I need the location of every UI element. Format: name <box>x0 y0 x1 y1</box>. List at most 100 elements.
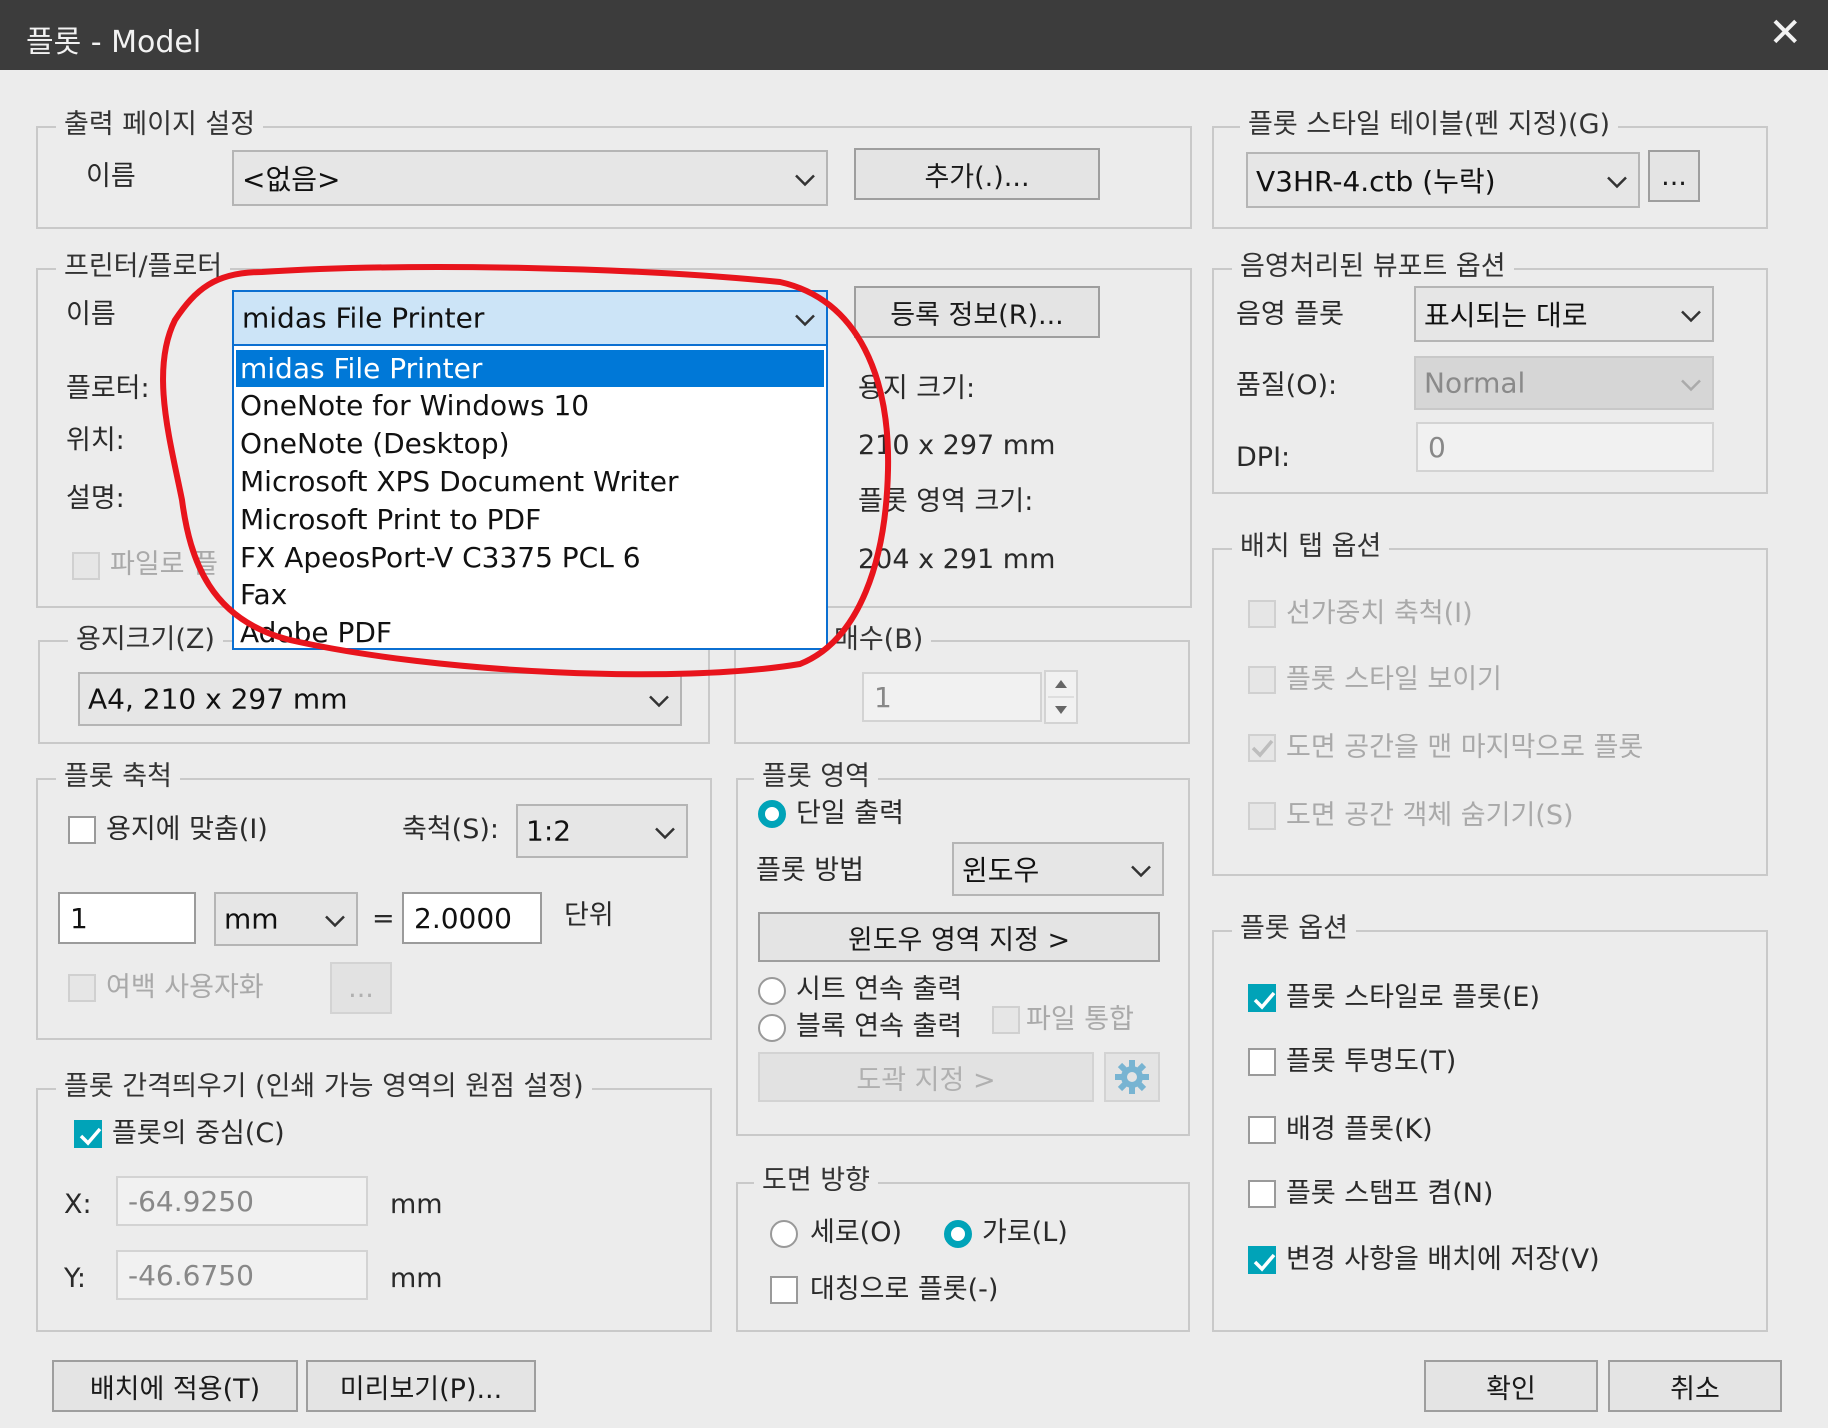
spin-arrows-icon <box>1048 680 1074 714</box>
block-batch-label: 블록 연속 출력 <box>796 1011 963 1042</box>
single-output-radio[interactable] <box>758 800 786 828</box>
paperspace-last-checkbox[interactable] <box>1248 734 1276 762</box>
plot-options-legend: 플롯 옵션 <box>1232 912 1356 946</box>
chevron-down-icon <box>1680 367 1702 400</box>
landscape-radio[interactable] <box>944 1220 972 1248</box>
dpi-label: DPI: <box>1236 442 1291 473</box>
apply-to-layout-button[interactable]: 배치에 적용(T) <box>52 1360 298 1412</box>
printer-legend: 프린터/플로터 <box>56 250 231 284</box>
center-plot-label: 플롯의 중심(C) <box>112 1118 285 1149</box>
save-to-layout-label: 변경 사항을 배치에 저장(V) <box>1286 1244 1600 1275</box>
printer-option-onenote-desktop[interactable]: OneNote (Desktop) <box>236 425 824 462</box>
printer-option-apeosport[interactable]: FX ApeosPort-V C3375 PCL 6 <box>236 539 824 576</box>
offset-y-unit: mm <box>390 1263 443 1294</box>
chevron-down-icon <box>794 302 816 335</box>
plot-area-size-value: 204 x 291 mm <box>858 544 1056 575</box>
block-batch-radio[interactable] <box>758 1014 786 1042</box>
custom-margin-label: 여백 사용자화 <box>106 972 264 1003</box>
show-plot-styles-checkbox[interactable] <box>1248 666 1276 694</box>
plot-dialog: 플롯 - Model ✕ 출력 페이지 설정 이름 <없음> 추가(.)... … <box>0 0 1828 1428</box>
scale-combo[interactable]: 1:2 <box>516 804 688 858</box>
window-area-button[interactable]: 윈도우 영역 지정 > <box>758 912 1160 962</box>
style-table-combo[interactable]: V3HR-4.ctb (누락) <box>1246 152 1640 208</box>
center-plot-checkbox[interactable] <box>74 1120 102 1148</box>
chevron-down-icon <box>1606 164 1628 197</box>
style-table-edit-button[interactable]: ... <box>1648 150 1700 202</box>
paper-size-combo[interactable]: A4, 210 x 297 mm <box>78 672 682 726</box>
plot-to-file-checkbox[interactable] <box>72 552 100 580</box>
merge-file-checkbox[interactable] <box>992 1006 1020 1034</box>
portrait-radio[interactable] <box>770 1220 798 1248</box>
plot-transparency-checkbox[interactable] <box>1248 1048 1276 1076</box>
printer-option-midas[interactable]: midas File Printer <box>236 350 824 387</box>
chevron-down-icon <box>324 903 346 936</box>
frame-settings-button[interactable] <box>1104 1052 1160 1102</box>
plot-to-file-label: 파일로 플 <box>110 549 218 580</box>
background-plot-checkbox[interactable] <box>1248 1116 1276 1144</box>
upside-down-checkbox[interactable] <box>770 1276 798 1304</box>
portrait-label: 세로(O) <box>810 1217 902 1248</box>
printer-option-print-to-pdf[interactable]: Microsoft Print to PDF <box>236 501 824 538</box>
page-setup-name-combo[interactable]: <없음> <box>232 150 828 206</box>
printer-name-combo[interactable]: midas File Printer <box>232 290 828 346</box>
plotter-label: 플로터: <box>66 373 150 404</box>
plot-area-size-label: 플롯 영역 크기: <box>858 486 1034 517</box>
page-setup-add-button[interactable]: 추가(.)... <box>854 148 1100 200</box>
sheet-batch-label: 시트 연속 출력 <box>796 974 963 1005</box>
printer-name-label: 이름 <box>66 299 116 330</box>
plot-with-styles-checkbox[interactable] <box>1248 984 1276 1012</box>
printer-option-fax[interactable]: Fax <box>236 576 824 613</box>
background-plot-label: 배경 플롯(K) <box>1286 1114 1433 1145</box>
frame-select-button[interactable]: 도곽 지정 > <box>758 1052 1094 1102</box>
layout-tab-options-legend: 배치 탭 옵션 <box>1232 530 1390 564</box>
offset-x-input[interactable]: -64.9250 <box>116 1176 368 1226</box>
save-to-layout-checkbox[interactable] <box>1248 1246 1276 1274</box>
chevron-down-icon <box>1680 298 1702 331</box>
preview-button[interactable]: 미리보기(P)... <box>306 1360 536 1412</box>
description-label: 설명: <box>66 483 125 514</box>
custom-margin-dots-button[interactable]: ... <box>330 962 392 1014</box>
printer-dropdown-list: midas File Printer OneNote for Windows 1… <box>232 344 828 650</box>
scale-left-input[interactable]: 1 <box>58 892 196 944</box>
printer-option-adobe-pdf[interactable]: Adobe PDF <box>236 614 824 648</box>
cancel-button[interactable]: 취소 <box>1608 1360 1782 1412</box>
page-setup-legend: 출력 페이지 설정 <box>56 108 264 142</box>
close-icon[interactable]: ✕ <box>1768 10 1802 56</box>
plot-area-legend: 플롯 영역 <box>754 760 878 794</box>
chevron-down-icon <box>654 815 676 848</box>
orientation-legend: 도면 방향 <box>754 1164 878 1198</box>
shade-plot-combo[interactable]: 표시되는 대로 <box>1414 286 1714 342</box>
printer-properties-button[interactable]: 등록 정보(R)... <box>854 286 1100 338</box>
lineweight-scale-checkbox[interactable] <box>1248 600 1276 628</box>
offset-y-label: Y: <box>64 1263 87 1294</box>
fit-to-paper-checkbox[interactable] <box>68 816 96 844</box>
copies-spinner[interactable] <box>1044 670 1078 724</box>
offset-y-input[interactable]: -46.6750 <box>116 1250 368 1300</box>
ok-button[interactable]: 확인 <box>1424 1360 1598 1412</box>
chevron-down-icon <box>794 162 816 195</box>
checkmark-icon <box>1251 739 1274 758</box>
scale-right-input[interactable]: 2.0000 <box>402 892 542 944</box>
plot-stamp-checkbox[interactable] <box>1248 1180 1276 1208</box>
scale-unit-combo[interactable]: mm <box>214 892 358 946</box>
dpi-input[interactable]: 0 <box>1416 422 1714 472</box>
printer-option-onenote-win10[interactable]: OneNote for Windows 10 <box>236 387 824 424</box>
custom-margin-checkbox[interactable] <box>68 974 96 1002</box>
checkmark-icon <box>79 1127 102 1146</box>
fit-to-paper-label: 용지에 맞춤(I) <box>106 814 268 845</box>
offset-x-unit: mm <box>390 1189 443 1220</box>
quality-combo[interactable]: Normal <box>1414 356 1714 410</box>
title-bar: 플롯 - Model ✕ <box>0 0 1828 70</box>
checkmark-icon <box>1253 991 1276 1010</box>
show-plot-styles-label: 플롯 스타일 보이기 <box>1286 664 1502 695</box>
location-label: 위치: <box>66 425 125 456</box>
copies-input[interactable]: 1 <box>862 672 1042 722</box>
paper-size-info-label: 용지 크기: <box>858 373 976 404</box>
printer-option-xps[interactable]: Microsoft XPS Document Writer <box>236 463 824 500</box>
hide-paperspace-checkbox[interactable] <box>1248 802 1276 830</box>
plot-with-styles-label: 플롯 스타일로 플롯(E) <box>1286 982 1541 1013</box>
paper-size-legend: 용지크기(Z) <box>68 623 223 657</box>
sheet-batch-radio[interactable] <box>758 977 786 1005</box>
plot-method-combo[interactable]: 윈도우 <box>952 842 1164 896</box>
orientation-group <box>736 1182 1190 1332</box>
